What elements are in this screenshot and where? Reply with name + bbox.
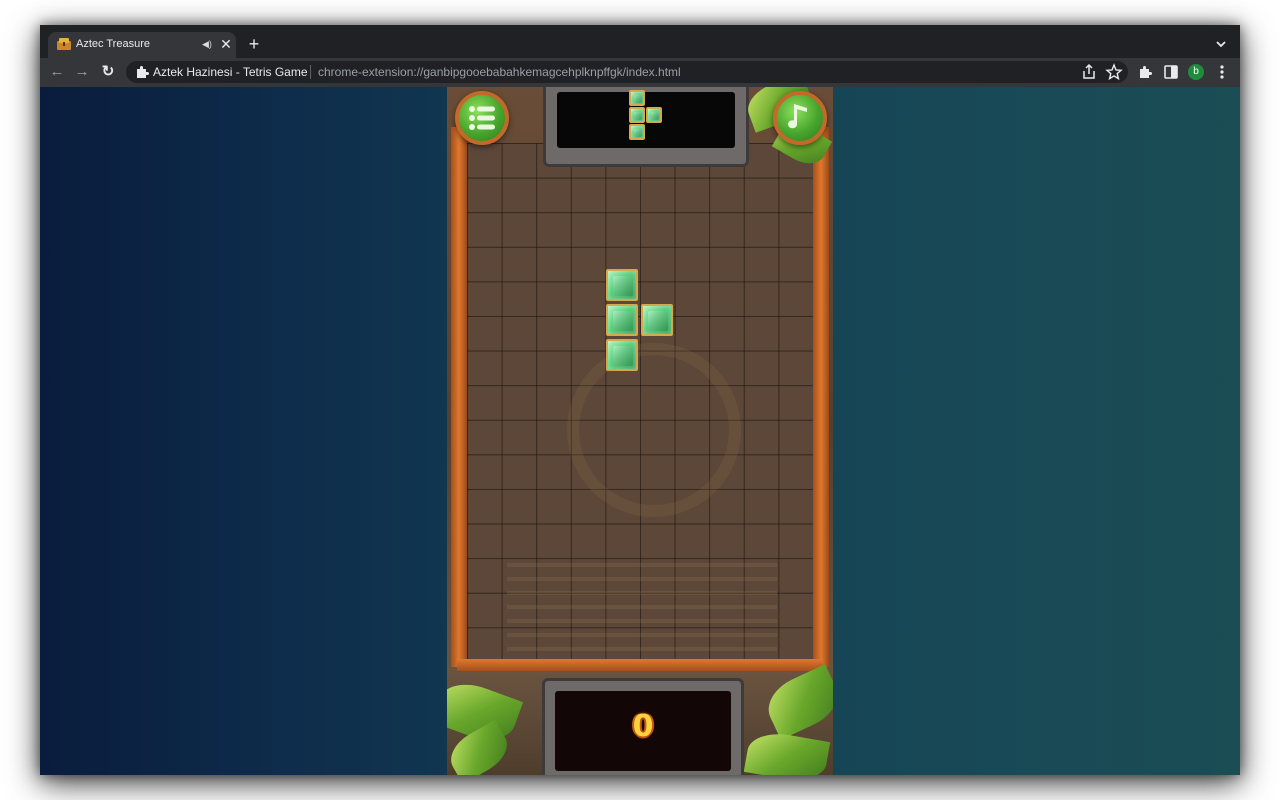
score-frame: 0 [542, 678, 744, 775]
menu-button[interactable] [455, 91, 509, 145]
score-value: 0 [632, 709, 654, 744]
active-piece-block [640, 304, 673, 336]
next-piece-block [646, 107, 662, 123]
score-box: 0 [555, 691, 731, 771]
next-piece-preview [557, 90, 735, 148]
arrow-left-icon[interactable]: ← [46, 61, 68, 83]
page-content: 0 [40, 87, 1240, 775]
aztec-emblem-decoration [567, 343, 741, 517]
plus-icon[interactable]: + [244, 34, 264, 54]
next-piece-block [629, 90, 645, 106]
kebab-menu-icon[interactable] [1211, 61, 1233, 83]
leaf-decoration [743, 728, 831, 775]
star-icon[interactable] [1103, 61, 1125, 83]
address-bar[interactable]: Aztek Hazinesi - Tetris Game chrome-exte… [126, 61, 1128, 83]
tab-title: Aztec Treasure [76, 38, 150, 50]
reload-icon[interactable]: ↻ [97, 61, 119, 83]
browser-toolbar: ← → ↻ Aztek Hazinesi - Tetris Game chrom… [40, 58, 1240, 87]
chevron-down-icon[interactable] [1212, 35, 1230, 53]
music-note-icon [788, 104, 807, 129]
close-icon[interactable]: ✕ [218, 35, 234, 53]
browser-window: Aztec Treasure ◀︎) ✕ + ← → ↻ Aztek Hazin… [40, 25, 1240, 775]
game-container: 0 [447, 87, 833, 775]
temple-steps-decoration [507, 563, 777, 653]
next-piece-frame [543, 87, 749, 167]
extensions-puzzle-icon[interactable] [1135, 61, 1157, 83]
speaker-icon[interactable]: ◀︎) [202, 36, 216, 52]
tab-aztec-treasure[interactable]: Aztec Treasure ◀︎) ✕ [48, 32, 236, 58]
share-icon[interactable] [1078, 61, 1100, 83]
avatar[interactable]: b [1188, 64, 1204, 80]
board-frame-left [451, 127, 467, 667]
active-piece-block [605, 338, 638, 371]
extension-name: Aztek Hazinesi - Tetris Game [153, 65, 308, 79]
music-button[interactable] [773, 91, 827, 145]
url-text[interactable]: chrome-extension://ganbipgooebabahkemagc… [318, 65, 681, 79]
board-frame-right [813, 127, 829, 667]
tab-strip: Aztec Treasure ◀︎) ✕ + [40, 25, 1240, 58]
game-board[interactable] [467, 143, 813, 663]
active-piece-block [605, 304, 638, 336]
next-piece-block [629, 107, 645, 123]
aztec-treasure-favicon [57, 38, 71, 50]
active-piece-block [605, 269, 638, 302]
list-menu-icon [469, 106, 495, 130]
extension-puzzle-icon [137, 66, 149, 78]
omnibox-separator [310, 65, 311, 79]
next-piece-block [629, 124, 645, 140]
leaf-decoration [759, 664, 833, 740]
side-panel-icon[interactable] [1160, 61, 1182, 83]
board-frame-bottom [457, 659, 823, 671]
arrow-right-icon[interactable]: → [71, 61, 93, 83]
